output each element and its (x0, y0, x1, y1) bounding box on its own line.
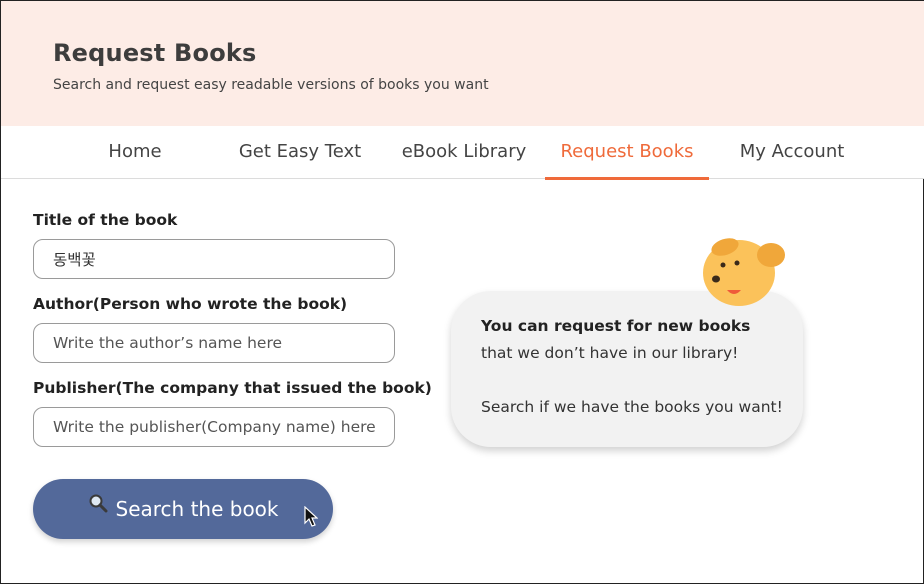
page-header: Request Books Search and request easy re… (1, 1, 924, 126)
page-subtitle: Search and request easy readable version… (53, 77, 489, 93)
title-label: Title of the book (33, 211, 178, 229)
publisher-input[interactable] (33, 407, 395, 447)
nav-home[interactable]: Home (85, 126, 185, 179)
dog-mascot-icon (703, 238, 785, 306)
info-speech-bubble: You can request for new books that we do… (451, 291, 803, 447)
nav-ebook-library[interactable]: eBook Library (393, 126, 535, 179)
page-title: Request Books (53, 39, 257, 67)
bubble-line-2: that we don’t have in our library! (481, 344, 739, 362)
bubble-spacer (481, 367, 803, 394)
mouse-cursor-icon (304, 506, 318, 527)
nav-request-books[interactable]: Request Books (545, 126, 709, 180)
nav-get-easy-text[interactable]: Get Easy Text (227, 126, 373, 179)
main-nav: Home Get Easy Text eBook Library Request… (1, 126, 924, 180)
publisher-label: Publisher(The company that issued the bo… (33, 379, 432, 397)
search-book-button[interactable]: Search the book (33, 479, 333, 539)
author-input[interactable] (33, 323, 395, 363)
bubble-line-1: You can request for new books (481, 317, 751, 335)
author-label: Author(Person who wrote the book) (33, 295, 348, 313)
bubble-line-3: Search if we have the books you want! (481, 398, 783, 416)
search-book-label: Search the book (115, 497, 279, 521)
title-input[interactable] (33, 239, 395, 279)
magnifier-icon (88, 493, 108, 518)
nav-my-account[interactable]: My Account (725, 126, 859, 179)
